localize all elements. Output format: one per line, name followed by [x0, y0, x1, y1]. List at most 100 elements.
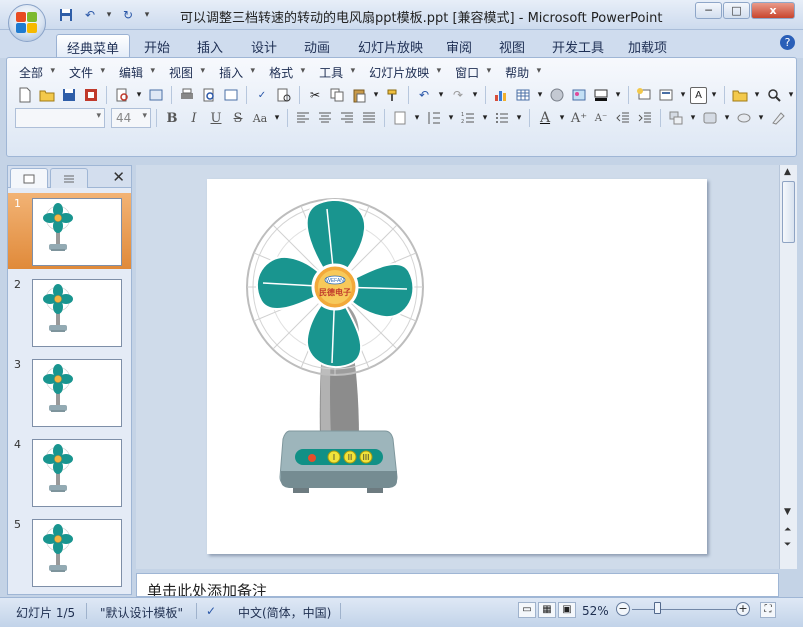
menu-insert[interactable]: 插入 — [215, 64, 255, 81]
font-color-dropdown-icon[interactable]: ▾ — [557, 108, 567, 128]
undo-dropdown-icon[interactable]: ▾ — [436, 85, 446, 105]
fill-dropdown-icon[interactable]: ▾ — [613, 85, 623, 105]
layout-dropdown-icon[interactable]: ▾ — [678, 85, 688, 105]
print-preview-icon[interactable] — [112, 85, 132, 105]
next-slide-icon[interactable]: ⏷ — [784, 540, 791, 550]
zoom-search-icon[interactable] — [764, 85, 784, 105]
save-icon[interactable] — [59, 85, 79, 105]
slideshow-view-icon[interactable]: ▣ — [558, 602, 576, 618]
menu-view[interactable]: 视图 — [165, 64, 205, 81]
tab-home[interactable]: 开始 — [134, 34, 180, 58]
vertical-scrollbar[interactable]: ▲ ▼ ⏶ ⏷ — [779, 165, 797, 569]
publish-icon[interactable] — [146, 85, 166, 105]
slide-view-icon[interactable] — [221, 85, 241, 105]
shape-dropdown-icon[interactable]: ▾ — [756, 108, 766, 128]
minimize-button[interactable]: ─ — [695, 2, 722, 19]
slide-thumbnail-row[interactable]: 1 — [8, 193, 131, 269]
help-icon[interactable]: ? — [780, 35, 795, 50]
table-dropdown-icon[interactable]: ▾ — [535, 85, 545, 105]
print-icon[interactable] — [177, 85, 197, 105]
redo-icon[interactable]: ↷ — [448, 85, 468, 105]
paste-icon[interactable] — [349, 85, 369, 105]
layout-icon[interactable] — [656, 85, 676, 105]
font-color-button[interactable]: A — [535, 108, 555, 128]
paste-dropdown-icon[interactable]: ▾ — [371, 85, 381, 105]
font-size-combo[interactable]: 44 — [111, 108, 151, 128]
align-left-icon[interactable] — [293, 108, 313, 128]
spell-check-icon[interactable]: ✓ — [206, 604, 216, 618]
spacing-dropdown-icon[interactable]: ▾ — [446, 108, 456, 128]
italic-button[interactable]: I — [184, 108, 204, 128]
strikethrough-button[interactable]: S — [228, 108, 248, 128]
arrange-dropdown-icon[interactable]: ▾ — [688, 108, 698, 128]
normal-view-icon[interactable]: ▭ — [518, 602, 536, 618]
tab-animation[interactable]: 动画 — [294, 34, 340, 58]
dropdown-arrow-icon[interactable]: ▾ — [134, 85, 144, 105]
increase-indent-icon[interactable] — [635, 108, 655, 128]
slide-thumbnail-row[interactable]: 4 — [8, 434, 131, 510]
menu-format[interactable]: 格式 — [265, 64, 305, 81]
slide-thumbnail[interactable] — [32, 198, 122, 266]
numbering-dropdown-icon[interactable]: ▾ — [480, 108, 490, 128]
fill-color-icon[interactable] — [591, 85, 611, 105]
tab-insert[interactable]: 插入 — [187, 34, 233, 58]
change-case-button[interactable]: Aa — [250, 108, 270, 128]
theme-name[interactable]: "默认设计模板" — [100, 604, 183, 621]
slide-thumbnail[interactable] — [32, 519, 122, 587]
scroll-thumb[interactable] — [782, 181, 795, 243]
folder-icon[interactable] — [730, 85, 750, 105]
format-painter-icon[interactable] — [383, 85, 403, 105]
close-panel-icon[interactable]: ✕ — [112, 168, 125, 186]
tab-view[interactable]: 视图 — [489, 34, 535, 58]
cut-icon[interactable]: ✂ — [305, 85, 325, 105]
shrink-font-icon[interactable]: A⁻ — [591, 108, 611, 128]
bullets-icon[interactable] — [492, 108, 512, 128]
align-right-icon[interactable] — [337, 108, 357, 128]
bullets-dropdown-icon[interactable]: ▾ — [514, 108, 524, 128]
arrange-icon[interactable] — [666, 108, 686, 128]
insert-table-icon[interactable] — [513, 85, 533, 105]
copy-icon[interactable] — [327, 85, 347, 105]
menu-window[interactable]: 窗口 — [451, 64, 491, 81]
spelling-icon[interactable]: ✓ — [252, 85, 272, 105]
office-button[interactable] — [8, 4, 46, 42]
tab-review[interactable]: 审阅 — [436, 34, 482, 58]
new-slide-icon[interactable] — [634, 85, 654, 105]
customize-qat-icon[interactable]: ▾ — [142, 6, 152, 24]
open-folder-icon[interactable] — [37, 85, 57, 105]
menu-help[interactable]: 帮助 — [501, 64, 541, 81]
scroll-down-icon[interactable]: ▼ — [784, 507, 791, 517]
language-indicator[interactable]: 中文(简体，中国) — [238, 604, 331, 621]
zoom-dropdown-icon[interactable]: ▾ — [786, 85, 796, 105]
tab-design[interactable]: 设计 — [241, 34, 287, 58]
redo-icon[interactable]: ↻ — [118, 6, 138, 24]
zoom-slider-thumb[interactable] — [654, 602, 661, 614]
redo-dropdown-icon[interactable]: ▾ — [470, 85, 480, 105]
clip-art-icon[interactable] — [547, 85, 567, 105]
new-document-icon[interactable] — [15, 85, 35, 105]
undo-icon[interactable]: ↶ — [80, 6, 100, 24]
scroll-up-icon[interactable]: ▲ — [784, 167, 791, 177]
fit-to-window-icon[interactable]: ⛶ — [760, 602, 776, 618]
line-spacing-icon[interactable] — [424, 108, 444, 128]
text-direction-icon[interactable] — [390, 108, 410, 128]
folder-dropdown-icon[interactable]: ▾ — [752, 85, 762, 105]
bold-button[interactable]: B — [162, 108, 182, 128]
slide-thumbnail[interactable] — [32, 359, 122, 427]
maximize-button[interactable]: □ — [723, 2, 750, 19]
menu-all[interactable]: 全部 — [15, 64, 55, 81]
font-name-combo[interactable] — [15, 108, 105, 128]
slide-canvas[interactable]: I II III WEFAN 民德电子 — [207, 179, 707, 554]
menu-file[interactable]: 文件 — [65, 64, 105, 81]
slide-thumbnail-row[interactable]: 3 — [8, 354, 131, 430]
decrease-indent-icon[interactable] — [613, 108, 633, 128]
menu-slideshow[interactable]: 幻灯片放映 — [365, 64, 441, 81]
tab-classic-menu[interactable]: 经典菜单 — [56, 34, 131, 58]
zoom-slider-track[interactable] — [632, 609, 736, 610]
justify-icon[interactable] — [359, 108, 379, 128]
notes-pane[interactable]: 单击此处添加备注 — [136, 573, 779, 597]
zoom-level[interactable]: 52% — [582, 604, 609, 618]
text-box-icon[interactable]: A — [690, 86, 707, 104]
textbox-dropdown-icon[interactable]: ▾ — [709, 85, 719, 105]
shape-fill-icon[interactable] — [734, 108, 754, 128]
